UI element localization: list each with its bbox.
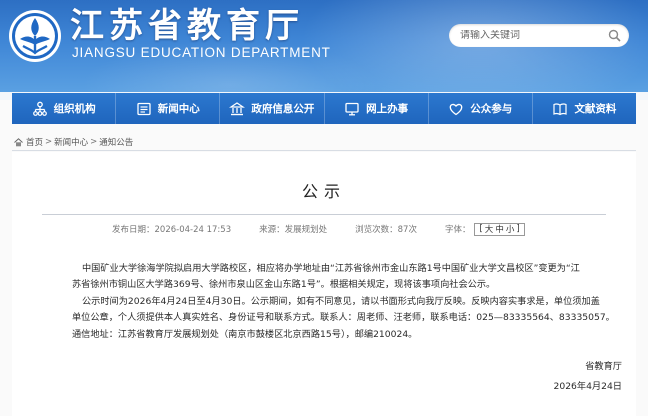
monitor-icon (345, 102, 359, 115)
title-divider (42, 214, 606, 215)
paragraph-line: 公示时间为2026年4月24日至4月30日。公示期间，如有不同意见，请以书面形式… (82, 295, 600, 307)
font-size-selector: [ 大 中 小 ] (474, 222, 525, 236)
search-icon[interactable] (608, 29, 621, 42)
font-size-small[interactable]: 小 (506, 223, 515, 235)
government-building-icon (229, 101, 246, 115)
breadcrumb-separator: > (45, 137, 53, 147)
paragraph-line: 苏省徐州市铜山区大学路369号、徐州市泉山区金山东路1号”。根据相关规定，现将该… (72, 279, 496, 291)
article-panel: 公示 发布日期：2026-04-24 17:53 来源：发展规划处 浏览次数：8… (12, 152, 636, 416)
emblem-logo-icon[interactable] (8, 9, 62, 63)
nav-label-gov-info: 政府信息公开 (251, 103, 315, 115)
site-title-english: JIANGSU EDUCATION DEPARTMENT (72, 45, 331, 60)
nav-item-organization[interactable]: 组织机构 (12, 93, 117, 124)
font-size-bracket-open: [ (479, 224, 483, 234)
book-icon (553, 102, 568, 115)
nav-label-public-participation: 公众参与 (470, 103, 513, 115)
nav-item-documents[interactable]: 文献资料 (533, 93, 636, 124)
article-source: 来源：发展规划处 (259, 225, 328, 235)
org-chart-icon (32, 101, 47, 116)
font-size-bracket-close: ] (516, 224, 520, 234)
site-title-chinese: 江苏省教育厅 (70, 6, 304, 46)
breadcrumb-separator: > (90, 137, 98, 147)
nav-label-news: 新闻中心 (157, 103, 200, 115)
heart-icon (449, 103, 463, 115)
view-count: 浏览次数：87次 (355, 225, 417, 235)
nav-label-documents: 文献资料 (574, 103, 617, 115)
paragraph-line: 单位公章，个人须提供本人真实姓名、身份证号和联系方式。联系人：周老师、汪老师，联… (72, 312, 615, 324)
nav-item-public-participation[interactable]: 公众参与 (429, 93, 533, 124)
paragraph-line: 中国矿业大学徐海学院拟启用大学路校区，相应将办学地址由“江苏省徐州市金山东路1号… (82, 263, 580, 274)
main-nav: 组织机构 新闻中心 政府信息公开 网上办事 公众参与 文献资料 (12, 93, 636, 124)
breadcrumb: 首页 > 新闻中心 > 通知公告 (14, 135, 133, 149)
nav-item-gov-info[interactable]: 政府信息公开 (220, 93, 325, 124)
search-input[interactable] (460, 30, 610, 41)
search-box (449, 24, 629, 47)
font-size-large[interactable]: 大 (485, 223, 494, 235)
nav-item-online-service[interactable]: 网上办事 (325, 93, 429, 124)
article-meta: 发布日期：2026-04-24 17:53 来源：发展规划处 浏览次数：87次 … (112, 222, 525, 236)
nav-label-organization: 组织机构 (53, 103, 96, 115)
article-body: 中国矿业大学徐海学院拟启用大学路校区，相应将办学地址由“江苏省徐州市金山东路1号… (72, 261, 622, 343)
signature-department: 省教育厅 (585, 361, 622, 372)
breadcrumb-home[interactable]: 首页 (26, 136, 43, 148)
breadcrumb-news[interactable]: 新闻中心 (54, 136, 88, 148)
article-title: 公示 (301, 182, 346, 201)
nav-label-online-service: 网上办事 (366, 103, 409, 115)
nav-item-news[interactable]: 新闻中心 (116, 93, 221, 124)
font-size-label: 字体： (444, 225, 471, 235)
font-size-medium[interactable]: 中 (495, 223, 504, 235)
news-icon (137, 102, 151, 115)
breadcrumb-divider (12, 150, 636, 151)
paragraph-line: 通信地址：江苏省教育厅发展规划处（南京市鼓楼区北京西路15号），邮编210024… (72, 328, 418, 340)
signature-date: 2026年4月24日 (553, 381, 622, 392)
home-icon (14, 137, 23, 146)
publish-date: 发布日期：2026-04-24 17:53 (112, 225, 232, 235)
breadcrumb-notices[interactable]: 通知公告 (99, 136, 133, 148)
site-header: 江苏省教育厅 JIANGSU EDUCATION DEPARTMENT (0, 0, 648, 92)
